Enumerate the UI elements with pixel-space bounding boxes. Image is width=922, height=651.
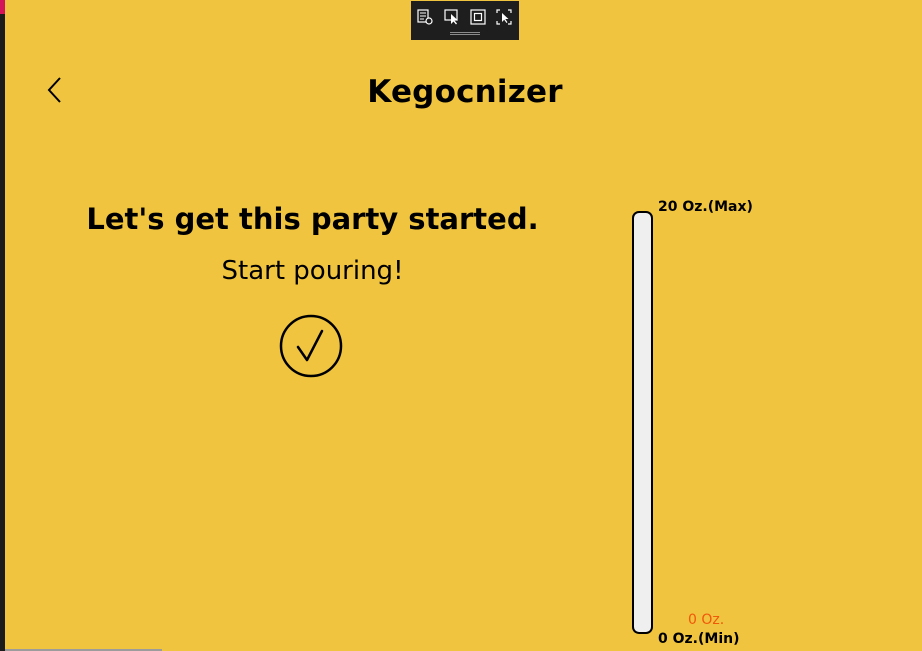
subhead: Start pouring! — [221, 256, 404, 286]
live-visual-tree-icon[interactable] — [416, 8, 434, 26]
gauge-current-label: 0 Oz. — [688, 612, 725, 628]
in-app-debug-toolbar — [411, 1, 519, 40]
pour-gauge — [632, 211, 653, 634]
select-element-icon[interactable] — [443, 8, 461, 26]
gauge-max-label: 20 Oz.(Max) — [658, 199, 753, 215]
gauge-min-label: 0 Oz.(Min) — [658, 631, 740, 647]
display-layout-adorners-icon[interactable] — [469, 8, 487, 26]
circle-check-icon — [278, 313, 344, 379]
toolbar-grip[interactable] — [450, 32, 480, 35]
window-accent-marker — [0, 0, 5, 14]
headline: Let's get this party started. — [86, 202, 539, 236]
track-focus-icon[interactable] — [495, 8, 513, 26]
page-title: Kegocnizer — [367, 74, 563, 110]
